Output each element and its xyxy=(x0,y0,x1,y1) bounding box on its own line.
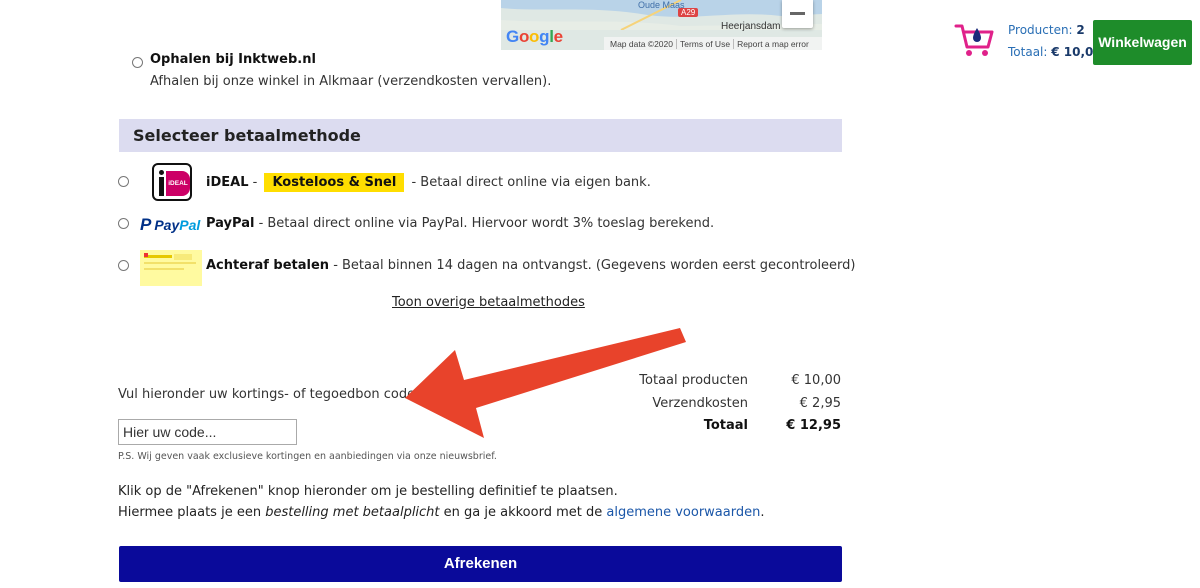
ideal-option[interactable]: iDEAL - Kosteloos & Snel - Betaal direct… xyxy=(206,173,651,192)
cart-product-count: Producten: 2 xyxy=(1008,23,1085,37)
map-footer: Map data ©2020 Terms of Use Report a map… xyxy=(604,37,822,50)
shopping-cart-icon[interactable] xyxy=(954,20,994,58)
shopping-cart-button[interactable]: Winkelwagen xyxy=(1093,20,1192,65)
map-data-notice: Map data ©2020 xyxy=(610,38,673,49)
show-more-payment-methods-link[interactable]: Toon overige betaalmethodes xyxy=(392,295,585,310)
paypal-logo: P Pay Pal xyxy=(140,215,201,234)
grand-total-value: € 12,95 xyxy=(786,418,841,433)
checkout-button[interactable]: Afrekenen xyxy=(119,546,842,582)
grand-total-label: Totaal xyxy=(703,418,748,433)
products-total-value: € 10,00 xyxy=(791,373,841,388)
achteraf-option[interactable]: Achteraf betalen - Betaal binnen 14 dage… xyxy=(206,258,856,273)
zoom-out-button[interactable] xyxy=(782,0,813,28)
discount-code-input[interactable] xyxy=(118,419,297,445)
google-logo: Google xyxy=(506,27,563,46)
achteraf-radio[interactable] xyxy=(118,260,129,271)
achteraf-description: - Betaal binnen 14 dagen na ontvangst. (… xyxy=(329,258,856,273)
paypal-option[interactable]: PayPal - Betaal direct online via PayPal… xyxy=(206,216,714,231)
checkout-instruction: Klik op de "Afrekenen" knop hieronder om… xyxy=(118,484,618,499)
free-fast-badge: Kosteloos & Snel xyxy=(264,173,405,192)
ideal-logo: iDEAL xyxy=(152,163,192,201)
ideal-description: - Betaal direct online via eigen bank. xyxy=(407,175,651,190)
map-terms-link[interactable]: Terms of Use xyxy=(675,38,733,49)
shipping-cost-value: € 2,95 xyxy=(799,396,841,411)
map-place-label: Heerjansdam xyxy=(721,21,781,32)
paypal-icon: P xyxy=(140,215,152,234)
pickup-title: Ophalen bij Inktweb.nl xyxy=(150,52,316,67)
achteraf-logo xyxy=(140,250,202,286)
achteraf-name: Achteraf betalen xyxy=(206,258,330,273)
payment-method-header: Selecteer betaalmethode xyxy=(119,119,842,152)
map-road-badge: A29 xyxy=(678,8,699,17)
ideal-name: iDEAL xyxy=(206,175,249,190)
pickup-radio[interactable] xyxy=(132,57,143,68)
paypal-description: - Betaal direct online via PayPal. Hierv… xyxy=(254,216,715,231)
paypal-name: PayPal xyxy=(206,216,255,231)
checkout-terms-text: Hiermee plaats je een bestelling met bet… xyxy=(118,505,765,520)
newsletter-note: P.S. Wij geven vaak exclusieve kortingen… xyxy=(118,451,497,462)
ideal-radio[interactable] xyxy=(118,176,129,187)
minus-icon xyxy=(790,12,805,15)
map-report-link[interactable]: Report a map error xyxy=(733,38,812,49)
pickup-description: Afhalen bij onze winkel in Alkmaar (verz… xyxy=(150,74,552,89)
location-map[interactable]: Oude Maas A29 Heerjansdam Google Map dat… xyxy=(501,0,822,50)
cart-total: Totaal: € 10,00 xyxy=(1008,45,1102,59)
terms-link[interactable]: algemene voorwaarden xyxy=(606,505,760,520)
annotation-arrow xyxy=(405,328,686,438)
paypal-radio[interactable] xyxy=(118,218,129,229)
